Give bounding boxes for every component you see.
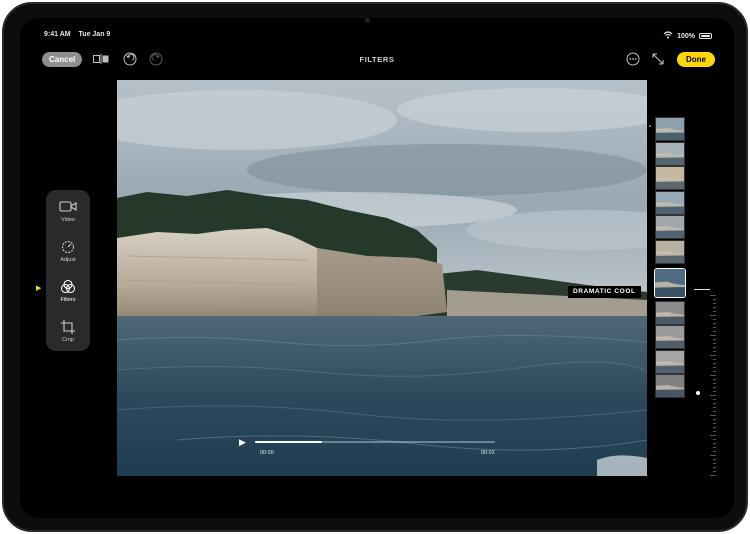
dial-tick — [713, 391, 716, 392]
selected-indicator-icon: ▶ — [36, 285, 42, 292]
current-time: 00:00 — [260, 450, 274, 456]
more-icon[interactable] — [625, 51, 641, 67]
dial-tick — [713, 431, 716, 432]
dial-tick — [713, 411, 716, 412]
battery-percent: 100% — [677, 32, 695, 40]
dial-tick — [713, 363, 716, 364]
sidebar-item-adjust[interactable]: Adjust — [46, 238, 90, 263]
dial-tick — [713, 407, 716, 408]
dial-tick — [710, 335, 716, 336]
dial-tick — [713, 331, 716, 332]
sidebar-item-label: Crop — [62, 337, 74, 343]
filter-thumbnail[interactable] — [655, 117, 685, 141]
dial-tick — [713, 347, 716, 348]
filter-thumbnail[interactable] — [655, 190, 685, 215]
wifi-icon — [663, 31, 673, 41]
dial-tick — [713, 387, 716, 388]
filter-thumbnail[interactable] — [655, 374, 685, 399]
dial-tick — [713, 443, 716, 444]
dial-tick — [713, 451, 716, 452]
dial-tick — [713, 303, 716, 304]
dial-tick — [713, 351, 716, 352]
dial-tick — [713, 447, 716, 448]
dial-tick — [713, 319, 716, 320]
screen: 9:41 AM Tue Jan 9 100% Cancel FILTERS Do… — [20, 18, 734, 518]
sidebar-item-label: Video — [61, 217, 75, 223]
dial-tick — [713, 403, 716, 404]
sidebar-item-label: Filters — [60, 297, 76, 303]
dial-tick — [713, 419, 716, 420]
dial-tick — [710, 435, 716, 436]
filter-thumbnail[interactable] — [655, 325, 685, 350]
dial-tick — [713, 459, 716, 460]
dial-tick — [710, 455, 716, 456]
sidebar-item-filters[interactable]: ▶ Filters — [36, 278, 90, 303]
dial-tick — [713, 423, 716, 424]
dial-knob[interactable] — [696, 390, 700, 395]
status-date: Tue Jan 9 — [78, 31, 111, 38]
dial-tick — [713, 367, 716, 368]
filter-thumbnail[interactable] — [655, 215, 685, 240]
video-scrubber[interactable]: ▶ 00:00 00:02 — [239, 437, 503, 465]
dial-tick — [710, 395, 716, 396]
dial-tick — [713, 427, 716, 428]
dial-tick — [713, 463, 716, 464]
editor-toolbar: Cancel FILTERS Done — [20, 50, 734, 70]
filter-strip-indicator — [649, 125, 651, 127]
intensity-dial[interactable] — [694, 289, 716, 476]
sidebar-item-label: Adjust — [60, 257, 76, 263]
dial-tick — [710, 355, 716, 356]
dial-tick — [710, 475, 716, 476]
dial-tick — [713, 323, 716, 324]
filter-thumbnail[interactable] — [655, 141, 685, 166]
sidebar-item-video[interactable]: Video — [46, 198, 90, 223]
filter-thumbnail[interactable] — [655, 240, 685, 264]
battery-icon — [699, 33, 712, 39]
dial-tick — [713, 439, 716, 440]
dial-tick — [710, 315, 716, 316]
filter-thumbnail-selected[interactable] — [654, 267, 686, 298]
dial-tick — [713, 343, 716, 344]
dial-tick — [713, 399, 716, 400]
dial-tick — [713, 467, 716, 468]
dial-tick — [713, 383, 716, 384]
progress-track[interactable] — [255, 441, 495, 443]
dial-tick — [713, 339, 716, 340]
dial-top-marker — [694, 289, 710, 290]
sidebar-item-crop[interactable]: Crop — [46, 318, 90, 343]
dial-tick — [710, 415, 716, 416]
front-camera — [365, 18, 370, 23]
duration-time: 00:02 — [481, 450, 495, 456]
play-icon[interactable]: ▶ — [239, 437, 246, 448]
selected-filter-label: DRAMATIC COOL — [568, 286, 641, 298]
filter-thumbnail[interactable] — [655, 166, 685, 191]
status-bar-right: 100% — [663, 31, 712, 41]
adjust-icon — [58, 238, 78, 256]
dial-tick — [713, 371, 716, 372]
dial-tick — [713, 299, 716, 300]
tablet-frame: 9:41 AM Tue Jan 9 100% Cancel FILTERS Do… — [2, 2, 748, 532]
dial-tick — [713, 327, 716, 328]
status-time: 9:41 AM — [44, 31, 71, 38]
filters-icon — [58, 278, 78, 296]
progress-fill — [255, 441, 323, 443]
dial-tick — [710, 295, 716, 296]
dial-tick — [713, 311, 716, 312]
status-bar-left: 9:41 AM Tue Jan 9 — [44, 31, 116, 38]
dial-tick — [713, 307, 716, 308]
photo-preview[interactable]: ▶ 00:00 00:02 — [117, 80, 647, 476]
dial-tick — [713, 359, 716, 360]
filter-thumbnail[interactable] — [655, 300, 685, 325]
done-button[interactable]: Done — [677, 52, 715, 67]
lake-cliff-image — [117, 80, 647, 476]
filter-thumbnail[interactable] — [655, 349, 685, 374]
video-icon — [58, 198, 78, 216]
dial-tick — [713, 471, 716, 472]
dial-tick — [713, 379, 716, 380]
tool-sidebar: Video Adjust ▶ Filters Crop — [36, 190, 90, 351]
dial-tick — [710, 375, 716, 376]
crop-icon — [58, 318, 78, 336]
crop-aspect-icon[interactable] — [650, 51, 666, 67]
